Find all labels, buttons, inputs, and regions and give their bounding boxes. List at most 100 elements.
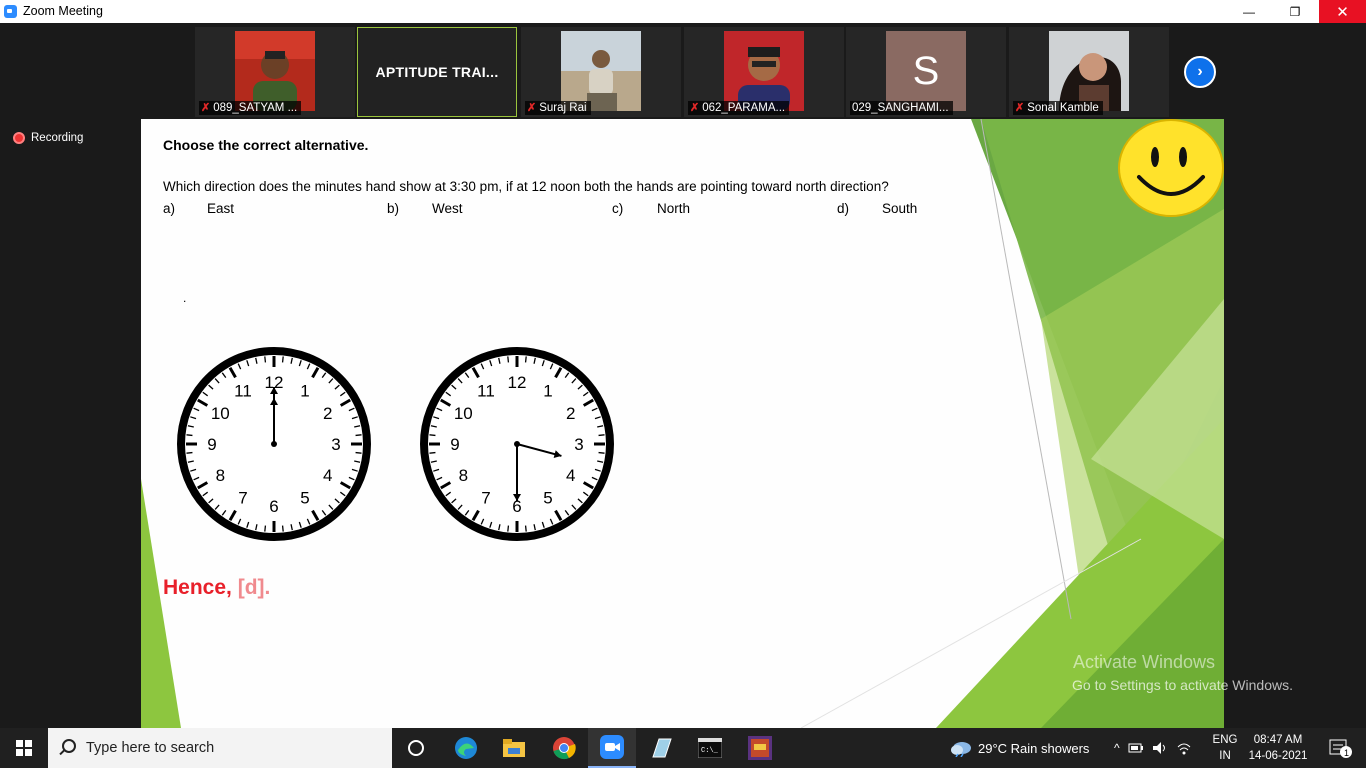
- battery-icon[interactable]: [1128, 742, 1144, 754]
- zoom-app-icon: [4, 5, 17, 18]
- clock-number: 1: [300, 381, 309, 400]
- window-title: Zoom Meeting: [23, 4, 103, 18]
- clock-number: 4: [323, 466, 332, 485]
- option-letter: d): [837, 201, 850, 216]
- participant-video: [235, 31, 315, 111]
- clock-tick: [355, 451, 362, 454]
- window-titlebar: Zoom Meeting — ❐ ✕: [0, 0, 1366, 23]
- smiley-icon: [1118, 119, 1224, 217]
- answer-value: [d]: [237, 576, 265, 599]
- search-placeholder: Type here to search: [86, 740, 215, 756]
- input-language[interactable]: ENG IN: [1208, 732, 1242, 764]
- notification-count: 1: [1344, 748, 1349, 758]
- shared-screen-slide: Choose the correct alternative. Which di…: [141, 119, 1224, 728]
- clock-tick: [524, 356, 527, 363]
- task-view-icon[interactable]: [392, 728, 440, 768]
- mic-muted-icon: ✗: [1015, 102, 1025, 114]
- mic-muted-icon: ✗: [527, 102, 537, 114]
- zoom-icon[interactable]: [588, 728, 636, 768]
- clock-tick: [355, 434, 362, 437]
- clock-number: 5: [300, 489, 309, 508]
- participant-name-large: APTITUDE TRAI...: [375, 64, 499, 80]
- participant-gallery: ✗ 089_SATYAM ... APTITUDE TRAI... ✗ Suraj …: [0, 23, 1366, 119]
- participant-name: ✗ Sonal Kamble: [1013, 101, 1103, 115]
- recording-indicator[interactable]: Recording: [13, 132, 83, 144]
- terminal-icon[interactable]: C:\_: [686, 728, 734, 768]
- clock-tick: [186, 451, 193, 454]
- wifi-icon[interactable]: [1176, 741, 1192, 755]
- close-button[interactable]: ✕: [1319, 0, 1366, 23]
- question-heading: Choose the correct alternative.: [163, 137, 369, 153]
- clock-tick: [598, 434, 605, 437]
- notification-icon[interactable]: 1: [1318, 728, 1362, 768]
- participant-name: ✗ 062_PARAMA...: [688, 101, 790, 115]
- answer-suffix: .: [264, 576, 271, 599]
- clock-number: 9: [207, 435, 216, 454]
- record-dot-icon: [13, 132, 25, 144]
- clock-number: 2: [566, 404, 575, 423]
- region-code: IN: [1219, 750, 1231, 762]
- activate-windows-title: Activate Windows: [1073, 652, 1216, 672]
- stray-dot: .: [183, 291, 187, 305]
- clock-tick: [507, 525, 510, 532]
- clock-number: 3: [574, 435, 583, 454]
- minimize-button[interactable]: —: [1226, 0, 1272, 23]
- edge-icon[interactable]: [442, 728, 490, 768]
- taskbar-search-box[interactable]: Type here to search: [48, 728, 392, 768]
- participant-video: [561, 31, 641, 111]
- clock-noon: 12 1234567891011: [177, 347, 371, 541]
- clock-tick: [598, 451, 605, 454]
- clock-number: 9: [450, 435, 459, 454]
- option-letter: a): [163, 201, 176, 216]
- participant-video: [724, 31, 804, 111]
- clock-tick: [524, 525, 527, 532]
- chevron-up-icon[interactable]: ^: [1114, 741, 1120, 755]
- windows-start-icon[interactable]: [0, 728, 48, 768]
- chrome-icon[interactable]: [540, 728, 588, 768]
- maximize-button[interactable]: ❐: [1272, 0, 1318, 23]
- participant-tile[interactable]: ✗ 089_SATYAM ...: [195, 27, 355, 117]
- option-text: West: [432, 201, 463, 216]
- clock-number: 11: [234, 381, 252, 400]
- answer-prefix: Hence,: [163, 576, 238, 599]
- participant-tile[interactable]: ✗ Sonal Kamble: [1009, 27, 1169, 117]
- svg-text:C:\_: C:\_: [701, 747, 719, 755]
- participant-tile[interactable]: ✗ 062_PARAMA...: [684, 27, 844, 117]
- clock-date: 14-06-2021: [1248, 750, 1308, 762]
- participant-tile-active-speaker[interactable]: APTITUDE TRAI...: [357, 27, 517, 117]
- windows-taskbar: Type here to search C:\_ 29°C Rain showe…: [0, 728, 1366, 768]
- participant-name: 029_SANGHAMI...: [850, 101, 953, 115]
- clock-number: 10: [454, 404, 473, 423]
- question-text: Which direction does the minutes hand sh…: [163, 179, 889, 194]
- clock-number: 1: [543, 381, 552, 400]
- participant-name: ✗ Suraj Rai: [525, 101, 591, 115]
- snip-icon[interactable]: [637, 728, 685, 768]
- clock-tick: [429, 434, 436, 437]
- participant-tile[interactable]: S 029_SANGHAMI...: [846, 27, 1006, 117]
- clock-number: 4: [566, 466, 575, 485]
- game-icon[interactable]: [736, 728, 784, 768]
- participant-name: ✗ 089_SATYAM ...: [199, 101, 302, 115]
- clock-number: 6: [269, 497, 278, 516]
- clock-center: [271, 441, 277, 447]
- weather-widget[interactable]: 29°C Rain showers: [950, 728, 1089, 768]
- system-tray: ^: [1114, 728, 1192, 768]
- taskbar-clock[interactable]: 08:47 AM 14-06-2021: [1244, 732, 1312, 764]
- participant-tile[interactable]: ✗ Suraj Rai: [521, 27, 681, 117]
- volume-icon[interactable]: [1152, 741, 1168, 755]
- clock-number: 10: [211, 404, 230, 423]
- file-explorer-icon[interactable]: [490, 728, 538, 768]
- recording-label: Recording: [31, 132, 84, 144]
- clock-number: 8: [216, 466, 225, 485]
- search-icon: [62, 739, 76, 753]
- option-letter: c): [612, 201, 624, 216]
- rain-cloud-icon: [951, 742, 971, 757]
- chevron-right-icon[interactable]: ›: [1184, 56, 1216, 88]
- clock-number: 3: [331, 435, 340, 454]
- clock-number: 2: [323, 404, 332, 423]
- participant-video: [1049, 31, 1129, 111]
- language-code: ENG: [1212, 734, 1238, 746]
- clock-tick: [264, 525, 267, 532]
- clock-center: [514, 441, 520, 447]
- activate-windows-subtitle: Go to Settings to activate Windows.: [1072, 677, 1293, 693]
